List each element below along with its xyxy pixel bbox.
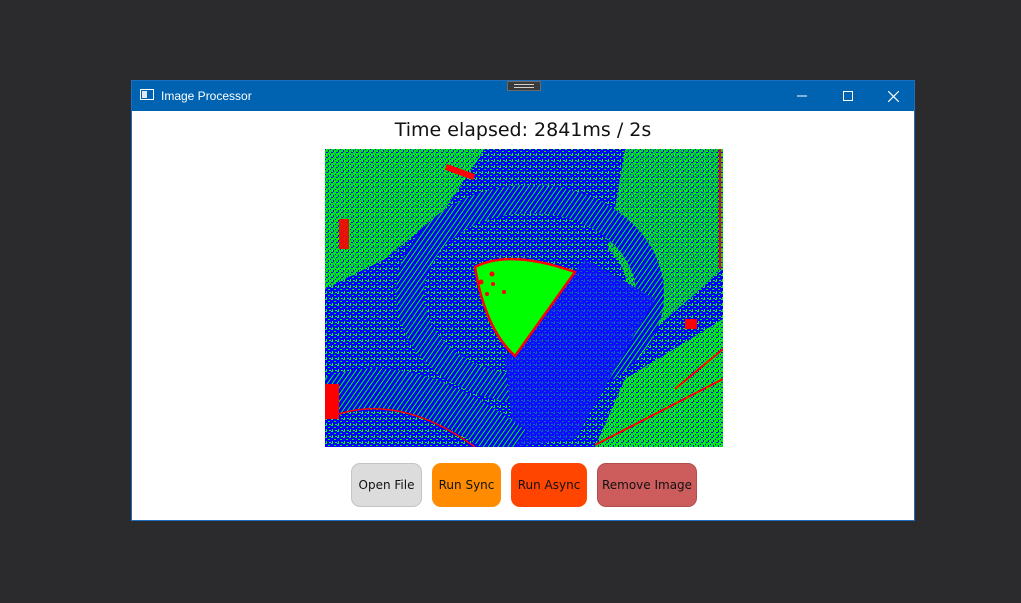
minimize-button[interactable] <box>779 81 825 111</box>
close-icon <box>887 90 899 102</box>
maximize-button[interactable] <box>825 81 871 111</box>
content-area: Time elapsed: 2841ms / 2s Open File Run … <box>132 111 914 520</box>
open-file-button[interactable]: Open File <box>351 463 422 507</box>
time-elapsed-label: Time elapsed: 2841ms / 2s <box>394 119 652 141</box>
drag-grip-icon[interactable] <box>507 81 541 91</box>
processed-image <box>325 149 723 447</box>
run-sync-button[interactable]: Run Sync <box>432 463 501 507</box>
close-button[interactable] <box>870 81 916 111</box>
run-async-button[interactable]: Run Async <box>511 463 587 507</box>
app-icon <box>140 89 154 100</box>
processed-image-graphic <box>325 149 723 447</box>
window-title: Image Processor <box>161 89 252 103</box>
title-bar[interactable]: Image Processor <box>132 81 914 111</box>
minimize-icon <box>797 95 807 97</box>
remove-image-button[interactable]: Remove Image <box>597 463 697 507</box>
maximize-icon <box>843 91 853 101</box>
app-window: Image Processor Time elapsed: 2841ms / 2… <box>131 80 915 521</box>
